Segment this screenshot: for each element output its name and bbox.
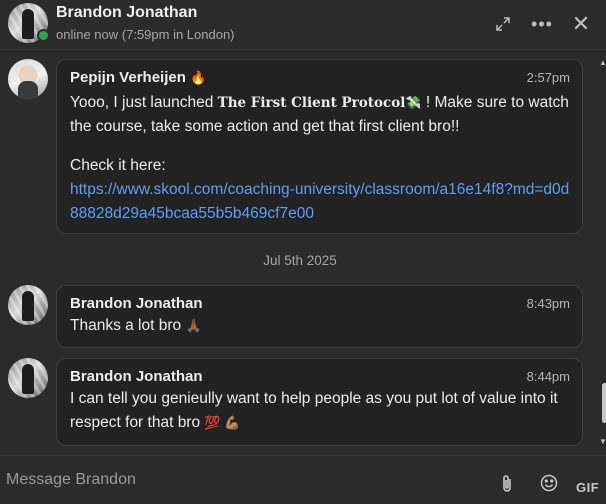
- paperclip-icon: [503, 475, 511, 492]
- message-text-part: I can tell you genieully want to help pe…: [70, 390, 558, 431]
- smiley-icon: [540, 474, 558, 492]
- message-time: 8:43pm: [526, 296, 570, 311]
- chat-header: Brandon Jonathan online now (7:59pm in L…: [0, 0, 606, 50]
- contact-name[interactable]: Brandon Jonathan: [56, 4, 197, 22]
- scroll-down-icon[interactable]: ▼: [599, 437, 606, 446]
- praying-hands-icon: 🙏🏾: [185, 318, 202, 333]
- avatar-figure: [22, 291, 34, 321]
- message-text-2: Check it here:: [70, 157, 166, 174]
- message-bubble: Brandon Jonathan 8:44pm I can tell you g…: [56, 358, 583, 446]
- message-input[interactable]: [6, 467, 476, 493]
- message-time: 2:57pm: [526, 70, 570, 85]
- message-bubble: Brandon Jonathan 8:43pm Thanks a lot bro…: [56, 285, 583, 348]
- avatar-figure: [18, 81, 38, 99]
- sender-name[interactable]: Pepijn Verheijen 🔥: [70, 68, 570, 88]
- avatar-figure: [22, 9, 34, 39]
- sender-name-text: Pepijn Verheijen: [70, 69, 186, 86]
- avatar-figure: [22, 364, 34, 394]
- course-link[interactable]: https://www.skool.com/coaching-universit…: [70, 178, 570, 226]
- money-icon: 💸: [405, 95, 422, 110]
- course-title: The First Client Protocol: [217, 95, 406, 111]
- close-icon: ✕: [571, 11, 591, 36]
- contact-status: online now (7:59pm in London): [56, 27, 235, 42]
- chat-window: Brandon Jonathan online now (7:59pm in L…: [0, 0, 606, 504]
- fire-icon: 🔥: [190, 70, 207, 85]
- more-options-button[interactable]: •••: [529, 11, 555, 37]
- expand-button[interactable]: [490, 11, 516, 37]
- emoji-button[interactable]: [540, 474, 560, 494]
- message-bubble: Pepijn Verheijen 🔥 2:57pm Yooo, I just l…: [56, 59, 583, 234]
- message-text: Thanks a lot bro 🙏🏾: [70, 314, 570, 338]
- message-composer: GIF: [0, 455, 606, 504]
- sender-avatar[interactable]: [8, 59, 48, 99]
- sender-avatar[interactable]: [8, 285, 48, 325]
- date-separator: Jul 5th 2025: [263, 253, 337, 268]
- message-text-part: Thanks a lot bro: [70, 317, 182, 334]
- expand-icon: [496, 17, 510, 31]
- sender-name[interactable]: Brandon Jonathan: [70, 294, 570, 314]
- attach-button[interactable]: [500, 474, 520, 498]
- scroll-up-icon[interactable]: ▲: [599, 58, 606, 67]
- message-text: Yooo, I just launched The First Client P…: [70, 91, 570, 139]
- message-text-part: Yooo, I just launched: [70, 94, 218, 111]
- gif-button[interactable]: GIF: [576, 480, 599, 495]
- message-text: I can tell you genieully want to help pe…: [70, 387, 570, 435]
- hundred-muscle-icon: 💯 💪🏽: [204, 415, 241, 430]
- more-icon: •••: [531, 13, 553, 34]
- message-list: Pepijn Verheijen 🔥 2:57pm Yooo, I just l…: [0, 51, 600, 454]
- sender-avatar[interactable]: [8, 358, 48, 398]
- message-time: 8:44pm: [526, 369, 570, 384]
- online-status-dot: [37, 29, 50, 42]
- scroll-thumb[interactable]: [602, 383, 606, 423]
- sender-name[interactable]: Brandon Jonathan: [70, 367, 570, 387]
- close-button[interactable]: ✕: [568, 11, 594, 37]
